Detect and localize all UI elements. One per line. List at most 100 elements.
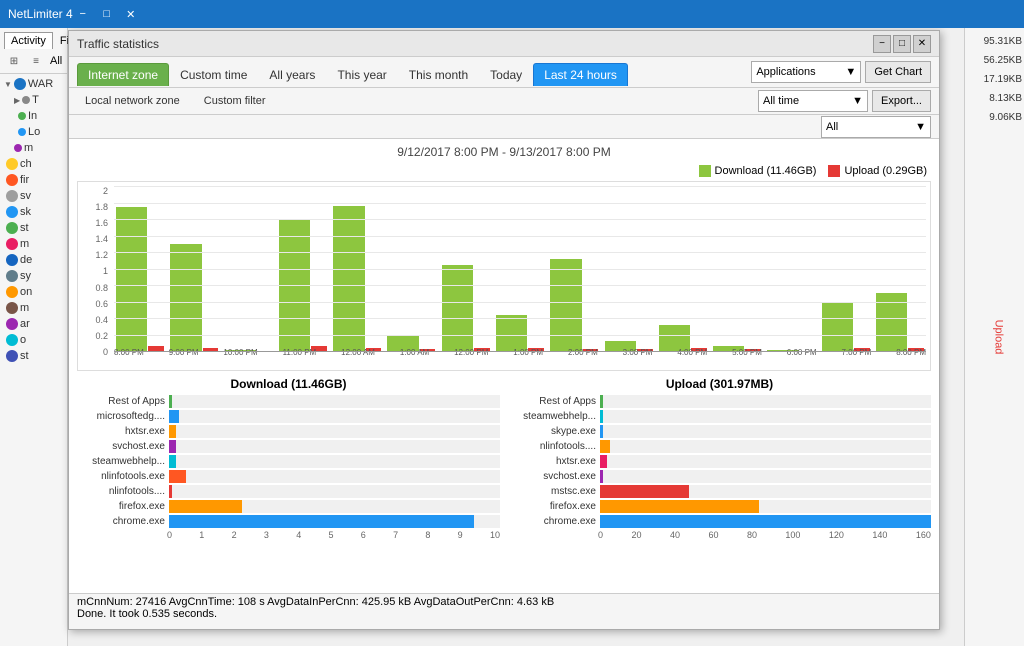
hbar-row: nlinfotools.... — [508, 440, 931, 453]
dialog-close-button[interactable]: ✕ — [913, 35, 931, 53]
download-bar — [550, 259, 581, 351]
list-item[interactable]: m — [2, 236, 65, 252]
get-chart-button[interactable]: Get Chart — [865, 61, 931, 83]
tab-label: Today — [490, 68, 522, 82]
right-value: 56.25KB — [967, 51, 1022, 70]
activity-tab-label: Activity — [11, 35, 46, 47]
filter-tab-last-24h[interactable]: Last 24 hours — [533, 63, 628, 86]
filter-tab-today[interactable]: Today — [479, 63, 533, 86]
item-label: st — [20, 350, 29, 362]
item-label: o — [20, 334, 26, 346]
list-item[interactable]: de — [2, 252, 65, 268]
hbar-fill — [600, 455, 607, 468]
bar-chart: 2 1.8 1.6 1.4 1.2 1 0.8 0.6 0.4 0.2 0 — [77, 181, 931, 371]
y-label: 0.2 — [95, 331, 108, 341]
y-label: 0 — [103, 347, 108, 357]
hbar-row: hxtsr.exe — [77, 425, 500, 438]
x-label: 8:00 PM — [114, 348, 144, 370]
tab-label: Custom time — [180, 68, 247, 82]
list-item[interactable]: m — [2, 300, 65, 316]
hbar-fill — [600, 470, 603, 483]
list-item[interactable]: ▶ T — [2, 92, 65, 108]
y-label: 1.2 — [95, 250, 108, 260]
upload-hbar-title: Upload (301.97MB) — [508, 377, 931, 391]
war-label: WAR — [28, 78, 53, 90]
filter-local-network[interactable]: Local network zone — [77, 92, 188, 110]
upload-legend-color — [828, 165, 840, 177]
item-label: sv — [20, 190, 31, 202]
item-label: de — [20, 254, 32, 266]
list-icon-btn[interactable]: ≡ — [26, 51, 46, 71]
applications-dropdown[interactable]: Applications ▼ — [751, 61, 861, 83]
list-item[interactable]: st — [2, 348, 65, 364]
item-label: fir — [20, 174, 29, 186]
hbar-row: steamwebhelp... — [508, 410, 931, 423]
download-legend-color — [699, 165, 711, 177]
list-item[interactable]: m — [2, 140, 65, 156]
y-label: 0.6 — [95, 299, 108, 309]
x-label: 6:00 PM — [787, 348, 817, 370]
y-label: 2 — [103, 186, 108, 196]
list-item[interactable]: Lo — [2, 124, 65, 140]
list-item[interactable]: on — [2, 284, 65, 300]
list-item[interactable]: sy — [2, 268, 65, 284]
export-button[interactable]: Export... — [872, 90, 931, 112]
hbar-row: chrome.exe — [77, 515, 500, 528]
all-time-dropdown[interactable]: All time ▼ — [758, 90, 868, 112]
dialog-minimize-button[interactable]: − — [873, 35, 891, 53]
hbar-fill — [600, 515, 931, 528]
list-item[interactable]: st — [2, 220, 65, 236]
filter-tab-custom-time[interactable]: Custom time — [169, 63, 258, 86]
m-icon — [6, 302, 18, 314]
sidebar-tab-activity[interactable]: Activity — [4, 32, 53, 49]
list-item[interactable]: o — [2, 332, 65, 348]
right-panel: 95.31KB 56.25KB 17.19KB 8.13KB 9.06KB Up… — [964, 28, 1024, 646]
dialog-controls: − □ ✕ — [873, 35, 931, 53]
item-label: m — [20, 302, 29, 314]
list-item[interactable]: sk — [2, 204, 65, 220]
minimize-button[interactable]: − — [73, 4, 93, 24]
grid-icon-btn[interactable]: ⊞ — [4, 51, 24, 71]
maximize-button[interactable]: □ — [97, 4, 117, 24]
all-dropdown[interactable]: All ▼ — [821, 116, 931, 138]
download-hbar-section: Download (11.46GB) Rest of Appsmicrosoft… — [77, 377, 500, 540]
filter-tab-all-years[interactable]: All years — [258, 63, 326, 86]
hbar-row: skype.exe — [508, 425, 931, 438]
dialog-titlebar: Traffic statistics − □ ✕ — [69, 31, 939, 57]
dialog-restore-button[interactable]: □ — [893, 35, 911, 53]
list-item[interactable]: In — [2, 108, 65, 124]
list-item[interactable]: sv — [2, 188, 65, 204]
svc-icon — [6, 190, 18, 202]
list-item[interactable]: ar — [2, 316, 65, 332]
filter-tab-internet-zone[interactable]: Internet zone — [77, 63, 169, 86]
hbar-track — [169, 455, 500, 468]
legend-upload: Upload (0.29GB) — [828, 165, 927, 177]
list-item[interactable]: fir — [2, 172, 65, 188]
hbar-label: Rest of Apps — [508, 396, 596, 407]
item-label: st — [20, 222, 29, 234]
hbar-label: chrome.exe — [77, 516, 165, 527]
filter-tab-this-year[interactable]: This year — [326, 63, 397, 86]
hbar-label: hxtsr.exe — [77, 426, 165, 437]
close-button[interactable]: ✕ — [121, 4, 141, 24]
hbar-label: nlinfotools.... — [77, 486, 165, 497]
hbar-track — [600, 410, 931, 423]
hbar-row: nlinfotools.... — [77, 485, 500, 498]
bar-pair — [331, 206, 383, 351]
sidebar-items: ▼ WAR ▶ T In Lo m — [0, 74, 67, 366]
item-label: Lo — [28, 126, 40, 138]
download-bar — [876, 293, 907, 351]
war-icon — [14, 78, 26, 90]
hbar-label: nlinfotools.... — [508, 441, 596, 452]
list-item[interactable]: ch — [2, 156, 65, 172]
tab-label: This year — [337, 68, 386, 82]
hbar-track — [600, 485, 931, 498]
right-panel-values: 95.31KB 56.25KB 17.19KB 8.13KB 9.06KB — [965, 28, 1024, 131]
x-label: 12:00 AM — [341, 348, 375, 370]
filter-custom-filter[interactable]: Custom filter — [196, 92, 274, 110]
filter-bar-row1: Internet zone Custom time All years This… — [69, 57, 939, 88]
item-label: ar — [20, 318, 30, 330]
right-value: 95.31KB — [967, 32, 1022, 51]
filter-tab-this-month[interactable]: This month — [398, 63, 479, 86]
sidebar-item-war[interactable]: ▼ WAR — [2, 76, 65, 92]
